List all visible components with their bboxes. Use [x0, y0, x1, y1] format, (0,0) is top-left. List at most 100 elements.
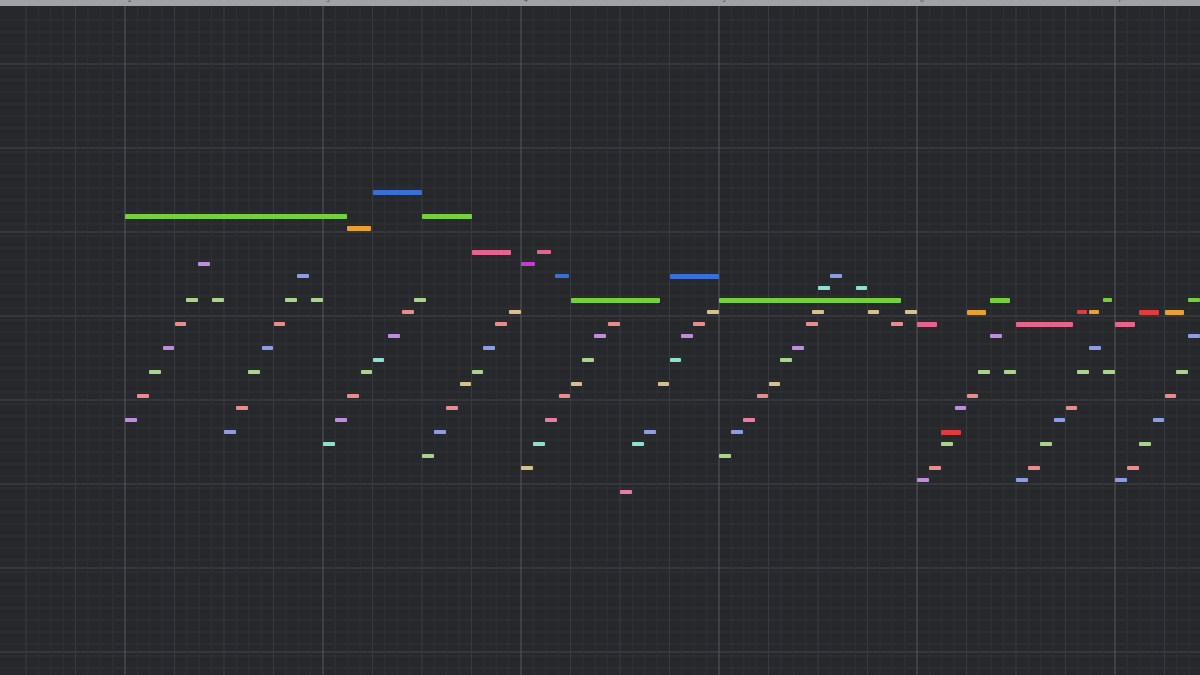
midi-note[interactable] [235, 406, 248, 410]
midi-note[interactable] [707, 310, 719, 314]
midi-note[interactable] [608, 322, 620, 326]
midi-note[interactable] [742, 418, 755, 422]
midi-note[interactable] [990, 298, 1011, 303]
midi-note[interactable] [372, 190, 422, 195]
midi-note[interactable] [1152, 418, 1165, 422]
midi-note[interactable] [261, 346, 274, 350]
midi-note[interactable] [1077, 310, 1088, 314]
midi-note[interactable] [719, 298, 902, 303]
midi-note[interactable] [388, 334, 401, 338]
midi-note[interactable] [422, 454, 434, 458]
midi-note[interactable] [273, 322, 286, 326]
midi-note[interactable] [1138, 442, 1151, 446]
midi-note[interactable] [855, 286, 868, 290]
midi-note[interactable] [631, 442, 644, 446]
midi-note[interactable] [471, 370, 484, 374]
midi-note[interactable] [558, 394, 571, 398]
midi-note[interactable] [1103, 298, 1113, 302]
midi-note[interactable] [594, 334, 607, 338]
midi-note[interactable] [620, 490, 632, 494]
midi-note[interactable] [768, 382, 781, 386]
midi-note[interactable] [360, 370, 373, 374]
midi-note[interactable] [136, 394, 149, 398]
midi-note[interactable] [521, 262, 535, 266]
midi-note[interactable] [125, 214, 347, 219]
midi-note[interactable] [495, 322, 508, 326]
midi-note[interactable] [483, 346, 496, 350]
midi-note[interactable] [730, 430, 743, 434]
midi-note[interactable] [917, 478, 929, 482]
midi-note[interactable] [792, 346, 805, 350]
midi-note[interactable] [669, 358, 682, 362]
midi-note[interactable] [570, 382, 583, 386]
midi-note[interactable] [867, 310, 880, 314]
midi-note[interactable] [509, 310, 521, 314]
midi-note[interactable] [125, 418, 137, 422]
midi-note[interactable] [198, 262, 211, 266]
midi-note[interactable] [1053, 418, 1066, 422]
midi-note[interactable] [544, 418, 557, 422]
midi-note[interactable] [174, 322, 187, 326]
midi-note[interactable] [966, 310, 987, 315]
midi-note[interactable] [1164, 394, 1177, 398]
midi-note[interactable] [1027, 466, 1040, 470]
midi-note[interactable] [402, 310, 415, 314]
midi-note[interactable] [1089, 310, 1100, 314]
midi-note[interactable] [806, 322, 818, 326]
midi-note[interactable] [445, 406, 458, 410]
midi-note[interactable] [334, 418, 347, 422]
midi-note[interactable] [1039, 442, 1052, 446]
timeline-ruler[interactable]: 2 3 4 5 6 7 [0, 0, 1200, 6]
midi-note[interactable] [756, 394, 769, 398]
midi-note[interactable] [346, 226, 371, 231]
midi-note[interactable] [829, 274, 842, 278]
midi-note[interactable] [459, 382, 472, 386]
midi-note[interactable] [311, 298, 323, 302]
midi-note[interactable] [940, 442, 953, 446]
midi-note[interactable] [1065, 406, 1078, 410]
midi-note[interactable] [532, 442, 545, 446]
midi-note[interactable] [1164, 310, 1185, 315]
midi-note[interactable] [1103, 370, 1115, 374]
midi-note[interactable] [954, 406, 967, 410]
midi-note[interactable] [1004, 370, 1016, 374]
midi-note[interactable] [719, 454, 731, 458]
midi-note[interactable] [818, 286, 830, 290]
midi-note[interactable] [917, 322, 937, 327]
midi-note[interactable] [414, 298, 426, 302]
midi-note[interactable] [928, 466, 941, 470]
midi-note[interactable] [372, 358, 385, 362]
midi-note[interactable] [1089, 346, 1102, 350]
midi-note[interactable] [643, 430, 656, 434]
midi-note[interactable] [1188, 298, 1200, 302]
midi-note[interactable] [570, 298, 660, 303]
midi-note[interactable] [471, 250, 512, 255]
midi-note[interactable] [323, 442, 335, 446]
midi-note[interactable] [1077, 370, 1090, 374]
midi-note[interactable] [1126, 466, 1139, 470]
note-layer[interactable] [0, 0, 1200, 675]
midi-note[interactable] [582, 358, 595, 362]
midi-note[interactable] [148, 370, 161, 374]
midi-note[interactable] [966, 394, 979, 398]
midi-note[interactable] [1016, 478, 1028, 482]
midi-note[interactable] [681, 334, 694, 338]
midi-note[interactable] [1115, 478, 1127, 482]
midi-note[interactable] [422, 214, 472, 219]
midi-note[interactable] [285, 298, 298, 302]
midi-note[interactable] [940, 430, 961, 435]
midi-note[interactable] [990, 334, 1003, 338]
midi-note[interactable] [247, 370, 260, 374]
midi-note[interactable] [669, 274, 719, 279]
midi-note[interactable] [433, 430, 446, 434]
midi-note[interactable] [162, 346, 175, 350]
midi-note[interactable] [536, 250, 551, 254]
midi-note[interactable] [693, 322, 706, 326]
midi-note[interactable] [1115, 322, 1135, 327]
midi-note[interactable] [297, 274, 310, 278]
midi-note[interactable] [1016, 322, 1074, 327]
midi-note[interactable] [812, 310, 824, 314]
midi-note[interactable] [186, 298, 199, 302]
midi-note[interactable] [1138, 310, 1159, 315]
midi-note[interactable] [780, 358, 793, 362]
